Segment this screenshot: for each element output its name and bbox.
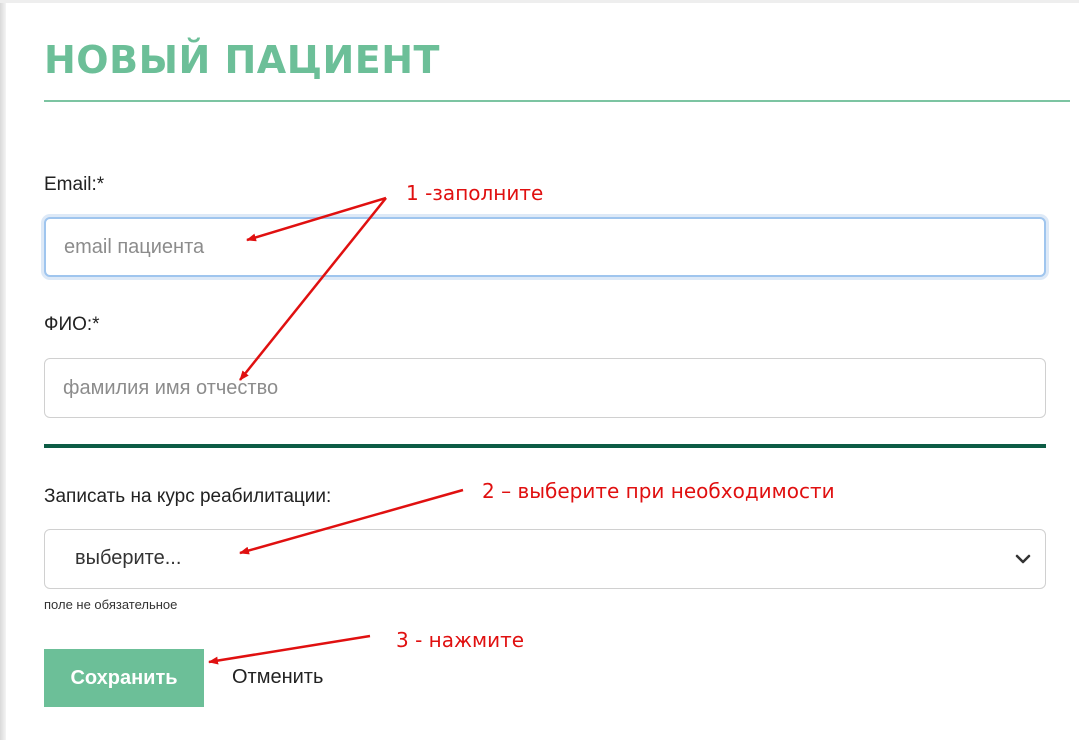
course-select-value: выберите... [75,547,182,569]
page-title: НОВЫЙ ПАЦИЕНТ [44,38,440,82]
fio-field[interactable] [44,358,1046,418]
section-divider [44,444,1046,448]
annotation-step-3: 3 - нажмите [396,628,525,652]
course-select[interactable]: выберите... [44,529,1046,589]
fio-label: ФИО:* [44,314,100,335]
window-top-edge [0,0,1079,3]
arrow-to-save-button [208,634,371,665]
email-label: Email:* [44,174,105,195]
cancel-button[interactable]: Отменить [232,666,323,689]
course-hint: поле не обязательное [44,597,178,612]
annotation-step-1: 1 -заполните [406,181,544,205]
title-divider [44,100,1070,102]
annotation-step-2: 2 – выберите при необходимости [482,479,835,503]
window-left-edge [0,0,6,740]
save-button[interactable]: Сохранить [44,649,204,707]
email-field[interactable] [44,217,1046,277]
course-label: Записать на курс реабилитации: [44,486,332,507]
chevron-down-icon [1015,554,1031,564]
